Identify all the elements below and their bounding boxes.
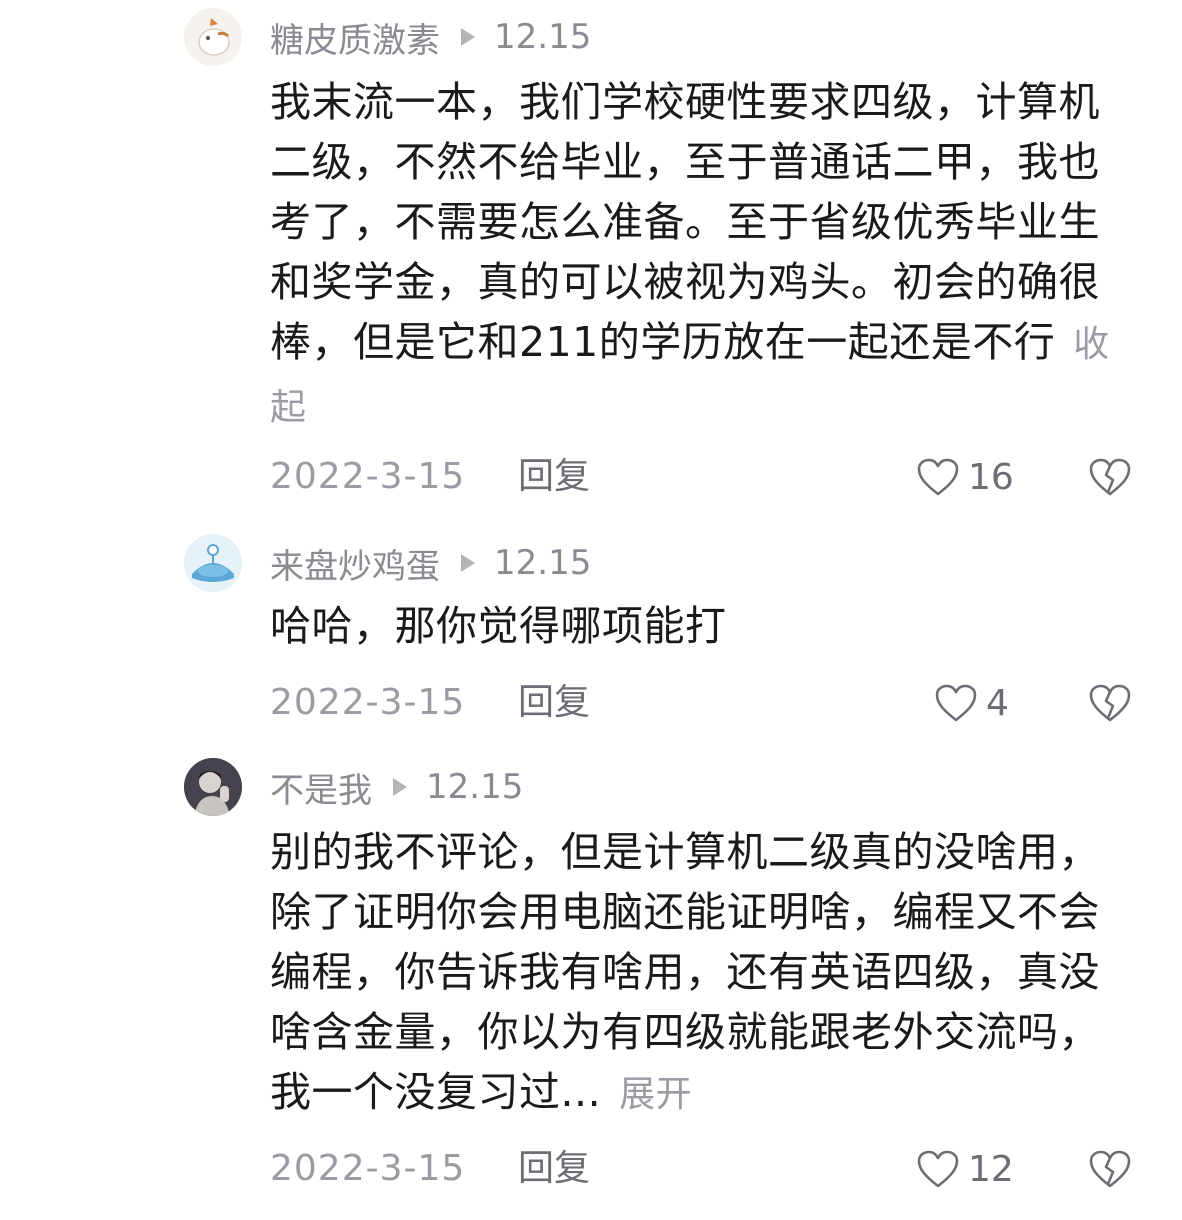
comment-actions: 2022-3-15 回复 16 [0, 452, 1182, 502]
comment-date: 2022-3-15 [270, 1148, 466, 1189]
comment-text: 我末流一本，我们学校硬性要求四级，计算机二级，不然不给毕业，至于普通话二甲，我也… [270, 78, 1100, 366]
comment-actions: 2022-3-15 回复 4 [0, 678, 1182, 728]
broken-heart-icon[interactable] [1088, 1148, 1132, 1190]
comment-text: 别的我不评论，但是计算机二级真的没啥用，除了证明你会用电脑还能证明啥，编程又不会… [270, 828, 1100, 1116]
like-count: 16 [968, 456, 1014, 498]
play-triangle-icon [460, 27, 476, 47]
avatar-image [184, 758, 242, 816]
reply-time: 12.15 [426, 767, 524, 807]
comment-text-block: 我末流一本，我们学校硬性要求四级，计算机二级，不然不给毕业，至于普通话二甲，我也… [270, 72, 1130, 438]
reply-time: 12.15 [494, 17, 592, 57]
like-button[interactable]: 4 [934, 678, 1009, 728]
play-triangle-icon [460, 553, 476, 573]
broken-heart-icon[interactable] [1088, 456, 1132, 498]
username[interactable]: 来盘炒鸡蛋 [270, 539, 440, 588]
heart-outline-icon [917, 458, 959, 496]
comment-date: 2022-3-15 [270, 456, 466, 497]
reply-button[interactable]: 回复 [518, 678, 590, 728]
comment-header: 来盘炒鸡蛋 12.15 [270, 538, 591, 588]
comment-date: 2022-3-15 [270, 682, 466, 723]
comment-actions: 2022-3-15 回复 12 [0, 1144, 1182, 1194]
avatar[interactable] [184, 758, 242, 816]
comment-text-block: 哈哈，那你觉得哪项能打 [270, 596, 1130, 656]
reply-time: 12.15 [494, 543, 592, 583]
comment-header: 糖皮质激素 12.15 [270, 12, 591, 62]
heart-outline-icon [935, 684, 977, 722]
reply-button[interactable]: 回复 [518, 452, 590, 502]
username[interactable]: 不是我 [270, 763, 372, 812]
like-count: 4 [986, 682, 1009, 724]
avatar-image [184, 534, 242, 592]
username[interactable]: 糖皮质激素 [270, 13, 440, 62]
broken-heart-icon[interactable] [1088, 682, 1132, 724]
like-button[interactable]: 12 [916, 1144, 1014, 1194]
heart-outline-icon [917, 1150, 959, 1188]
avatar-image [184, 8, 242, 66]
play-triangle-icon [392, 777, 408, 797]
comment-header: 不是我 12.15 [270, 762, 523, 812]
reply-button[interactable]: 回复 [518, 1144, 590, 1194]
avatar[interactable] [184, 8, 242, 66]
like-button[interactable]: 16 [916, 452, 1014, 502]
like-count: 12 [968, 1148, 1014, 1190]
comment-text: 哈哈，那你觉得哪项能打 [270, 602, 727, 650]
expand-toggle[interactable]: 展开 [619, 1074, 692, 1115]
avatar[interactable] [184, 534, 242, 592]
comment-text-block: 别的我不评论，但是计算机二级真的没啥用，除了证明你会用电脑还能证明啥，编程又不会… [270, 822, 1130, 1125]
